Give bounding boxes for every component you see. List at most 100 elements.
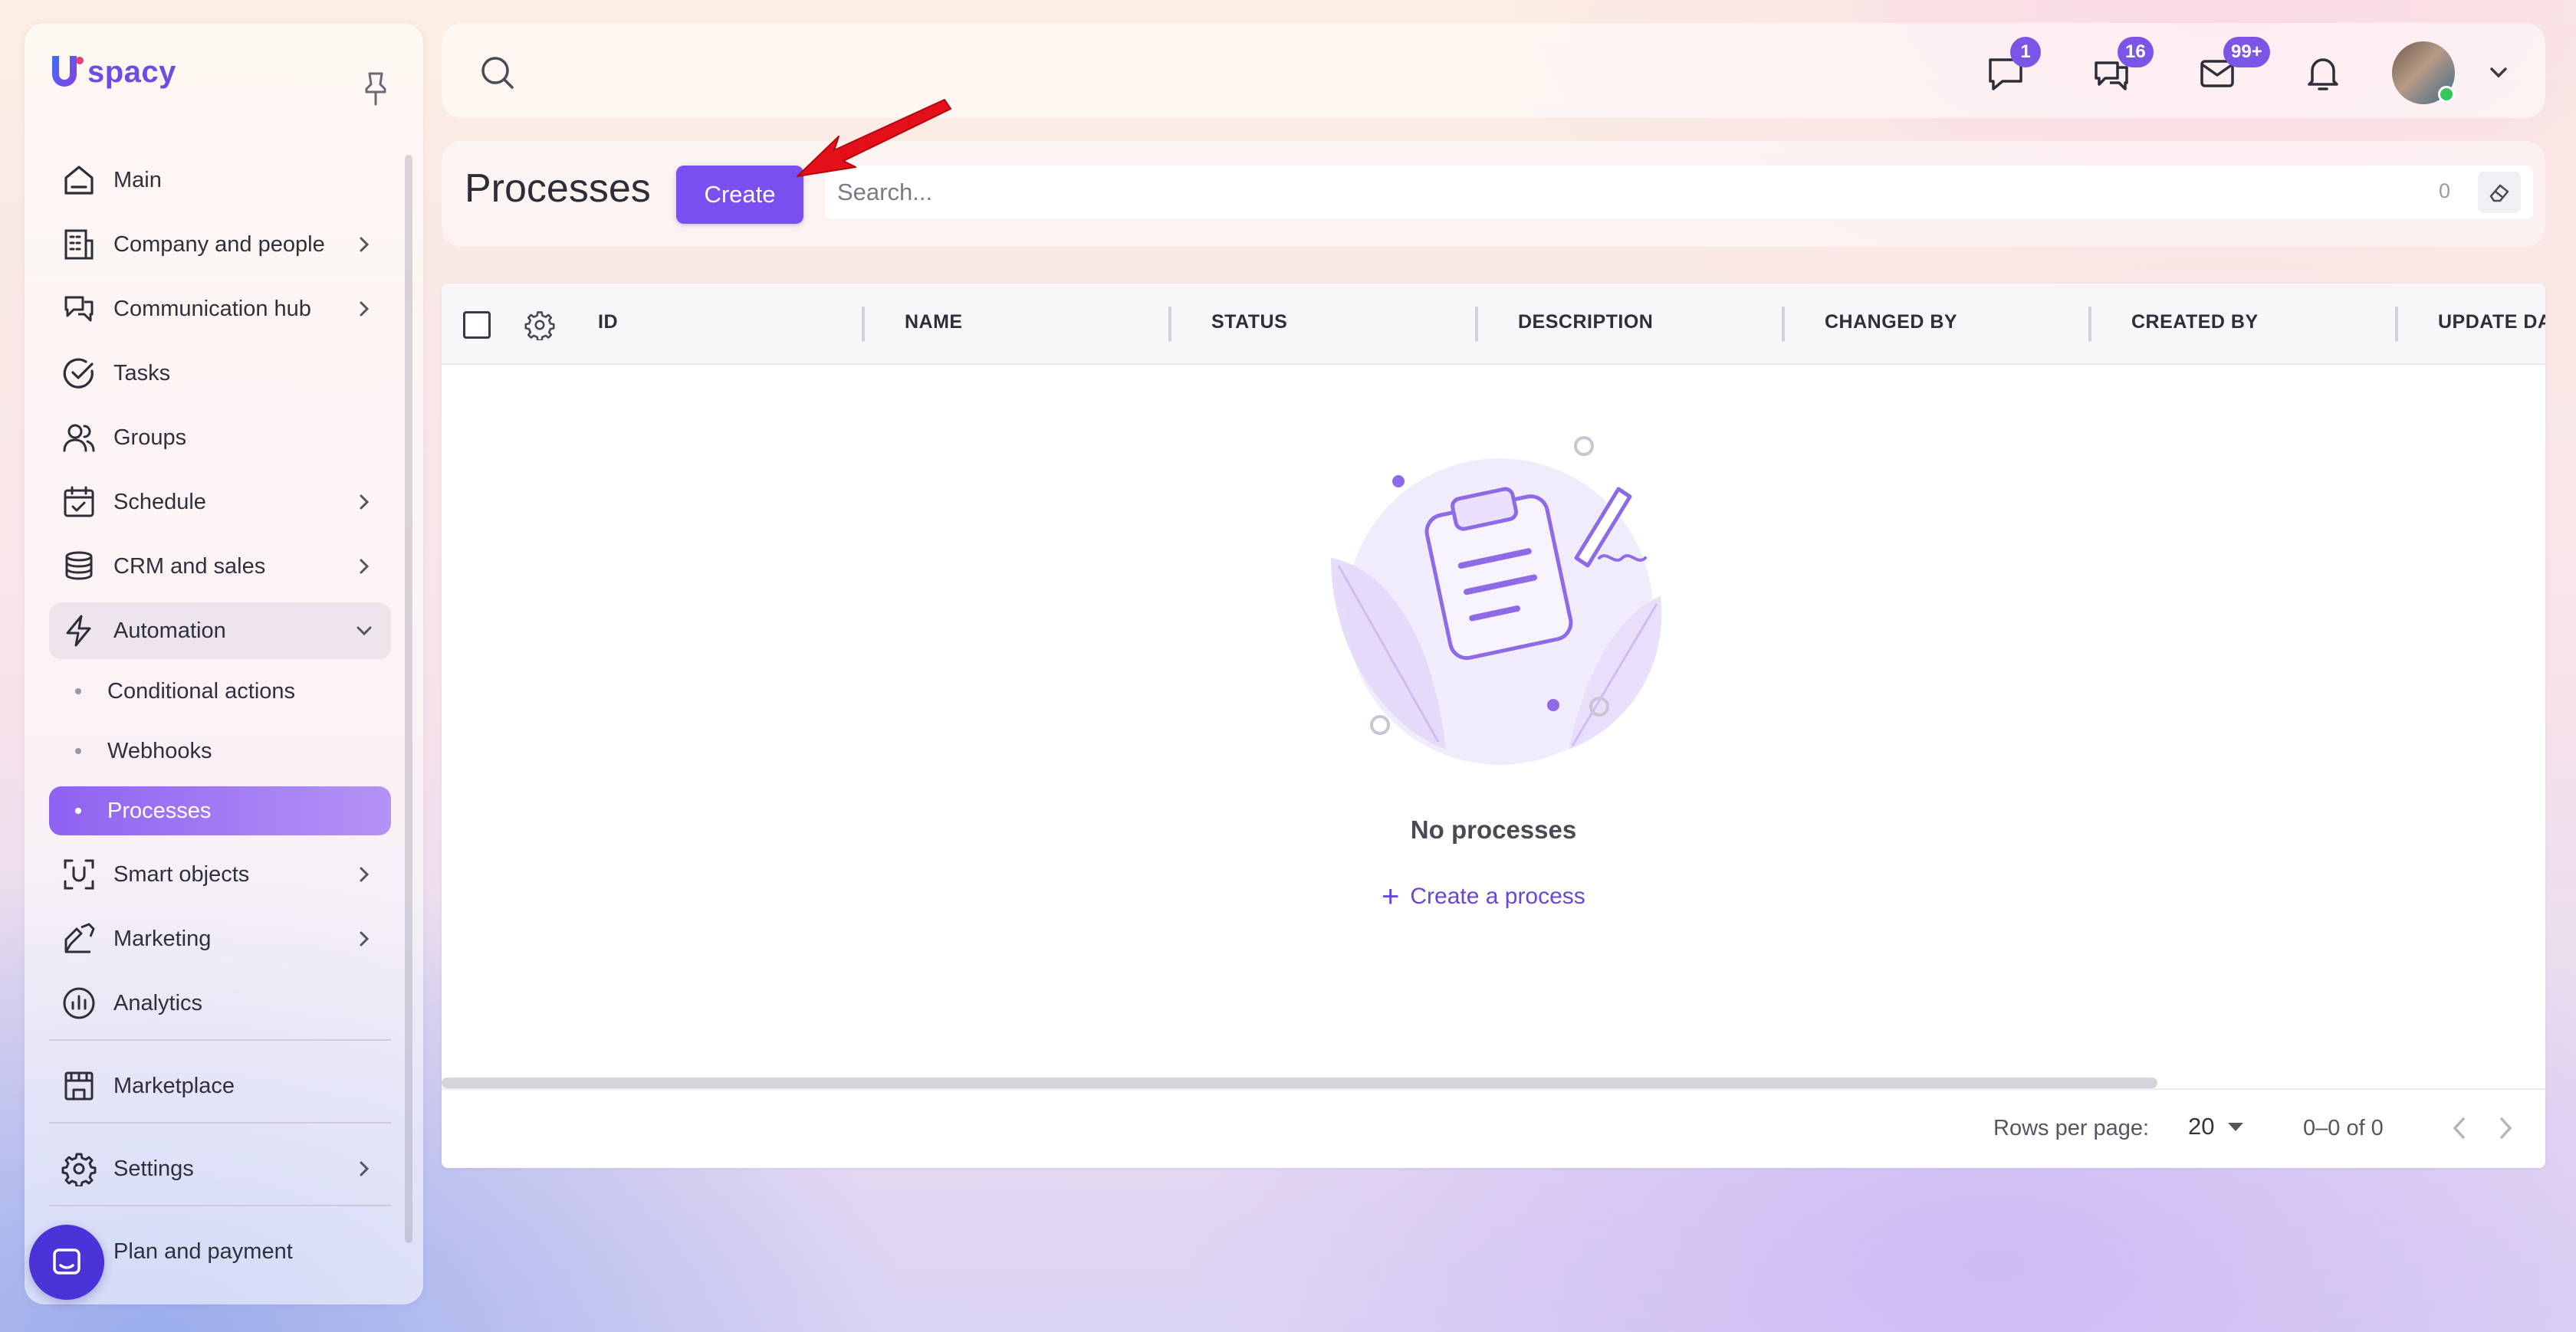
search-icon[interactable] — [478, 54, 517, 92]
empty-state-clipboard-icon — [1316, 435, 1684, 780]
calendar-icon — [60, 483, 98, 521]
column-resizer[interactable] — [862, 307, 865, 342]
sidebar-nav: Main Company and people Communication hu… — [49, 152, 391, 1288]
users-icon — [60, 418, 98, 457]
processes-table: ID NAME STATUS DESCRIPTION CHANGED BY CR… — [442, 284, 2545, 1168]
sidebar-item-smart-objects[interactable]: Smart objects — [49, 846, 391, 903]
gear-icon — [60, 1150, 98, 1188]
search-result-count: 0 — [2438, 179, 2450, 202]
horizontal-scrollbar[interactable] — [442, 1078, 2157, 1088]
sidebar-item-main[interactable]: Main — [49, 152, 391, 208]
sidebar-item-label: Main — [113, 167, 162, 192]
sidebar-item-tasks[interactable]: Tasks — [49, 345, 391, 402]
app-logo[interactable]: spacy — [48, 51, 176, 94]
column-header-created-by[interactable]: CREATED BY — [2131, 311, 2259, 333]
online-status-dot — [2438, 86, 2455, 103]
sidebar-item-label: Communication hub — [113, 296, 311, 321]
column-resizer[interactable] — [1782, 307, 1785, 342]
sidebar-item-label: Groups — [113, 425, 187, 450]
eraser-icon — [2489, 184, 2509, 202]
search-field[interactable]: 0 — [825, 166, 2533, 219]
chat-button[interactable]: 1 — [1984, 37, 2041, 95]
sidebar-subitem-label: Conditional actions — [107, 678, 296, 704]
column-resizer[interactable] — [2395, 307, 2398, 342]
chevron-right-icon — [354, 1159, 374, 1179]
sidebar-item-label: Tasks — [113, 360, 171, 385]
sidebar-subitem-conditional-actions[interactable]: Conditional actions — [49, 667, 391, 716]
bullet-dot — [75, 688, 81, 694]
chat-bubble-icon — [53, 1248, 80, 1275]
communication-icon — [60, 290, 98, 328]
sidebar-item-label: Smart objects — [113, 861, 250, 887]
next-page-button[interactable] — [2490, 1111, 2521, 1145]
sidebar-item-marketplace[interactable]: Marketplace — [49, 1058, 391, 1114]
sidebar: spacy Main Company and people Communicat… — [25, 23, 423, 1304]
table-settings-gear-icon[interactable] — [524, 310, 555, 342]
chevron-right-icon — [354, 299, 374, 319]
sidebar-item-groups[interactable]: Groups — [49, 409, 391, 466]
bullet-dot — [75, 808, 81, 814]
sidebar-item-label: Schedule — [113, 489, 206, 514]
messages-badge: 16 — [2118, 37, 2154, 67]
mail-button[interactable]: 99+ — [2196, 37, 2270, 95]
search-input[interactable] — [837, 179, 2294, 206]
analytics-icon — [60, 984, 98, 1022]
column-header-changed-by[interactable]: CHANGED BY — [1825, 311, 1957, 333]
create-process-link[interactable]: + Create a process — [1382, 878, 1585, 915]
bullet-dot — [75, 748, 81, 754]
home-icon — [60, 161, 98, 199]
sidebar-item-automation[interactable]: Automation — [49, 602, 391, 659]
sidebar-scrollbar[interactable] — [405, 155, 412, 1243]
sidebar-item-company-and-people[interactable]: Company and people — [49, 216, 391, 273]
notifications-button[interactable] — [2302, 52, 2344, 95]
sidebar-subitem-processes[interactable]: Processes — [49, 786, 391, 835]
chevron-right-icon — [2500, 1117, 2512, 1139]
pin-icon[interactable] — [360, 71, 391, 107]
select-all-checkbox[interactable] — [463, 311, 491, 339]
sidebar-item-settings[interactable]: Settings — [49, 1140, 391, 1197]
sidebar-item-label: CRM and sales — [113, 553, 266, 579]
bell-icon — [2308, 58, 2338, 90]
sidebar-item-label: Settings — [113, 1156, 194, 1181]
column-header-name[interactable]: NAME — [905, 311, 963, 333]
annotation-arrow-icon — [782, 97, 966, 189]
sidebar-item-communication-hub[interactable]: Communication hub — [49, 281, 391, 337]
scan-icon — [60, 855, 98, 894]
sidebar-divider — [49, 1039, 391, 1041]
logo-mark-icon — [48, 53, 86, 91]
table-header: ID NAME STATUS DESCRIPTION CHANGED BY CR… — [442, 284, 2545, 365]
chevron-down-icon[interactable] — [2487, 61, 2510, 84]
sidebar-subitem-label: Webhooks — [107, 738, 212, 763]
sidebar-item-marketing[interactable]: Marketing — [49, 910, 391, 967]
previous-page-button[interactable] — [2444, 1111, 2475, 1145]
chevron-right-icon — [354, 929, 374, 949]
check-circle-icon — [60, 354, 98, 392]
column-header-id[interactable]: ID — [598, 311, 618, 333]
support-chat-button[interactable] — [29, 1225, 104, 1300]
column-resizer[interactable] — [2088, 307, 2091, 342]
user-avatar[interactable] — [2392, 41, 2455, 104]
column-resizer[interactable] — [1168, 307, 1171, 342]
column-resizer[interactable] — [1475, 307, 1478, 342]
clear-search-button[interactable] — [2478, 172, 2521, 213]
rows-per-page-select[interactable]: 20 — [2188, 1113, 2244, 1140]
plus-icon: + — [1382, 880, 1400, 914]
sidebar-item-crm-and-sales[interactable]: CRM and sales — [49, 538, 391, 595]
column-header-status[interactable]: STATUS — [1211, 311, 1287, 333]
sidebar-divider — [49, 1205, 391, 1206]
column-header-description[interactable]: DESCRIPTION — [1518, 311, 1653, 333]
sidebar-item-analytics[interactable]: Analytics — [49, 975, 391, 1032]
sidebar-subitem-webhooks[interactable]: Webhooks — [49, 727, 391, 776]
chevron-right-icon — [354, 864, 374, 884]
sidebar-item-schedule[interactable]: Schedule — [49, 474, 391, 530]
logo-text: spacy — [87, 54, 176, 89]
rows-per-page-label: Rows per page: — [1993, 1116, 2150, 1140]
database-icon — [60, 547, 98, 586]
column-header-update-date[interactable]: UPDATE DAT — [2438, 311, 2545, 333]
sidebar-item-label: Company and people — [113, 231, 325, 257]
chat-badge: 1 — [2010, 37, 2041, 67]
chevron-right-icon — [354, 556, 374, 576]
chevron-left-icon — [2453, 1117, 2465, 1139]
messages-button[interactable]: 16 — [2090, 37, 2154, 95]
empty-state-title: No processes — [1410, 815, 1577, 844]
